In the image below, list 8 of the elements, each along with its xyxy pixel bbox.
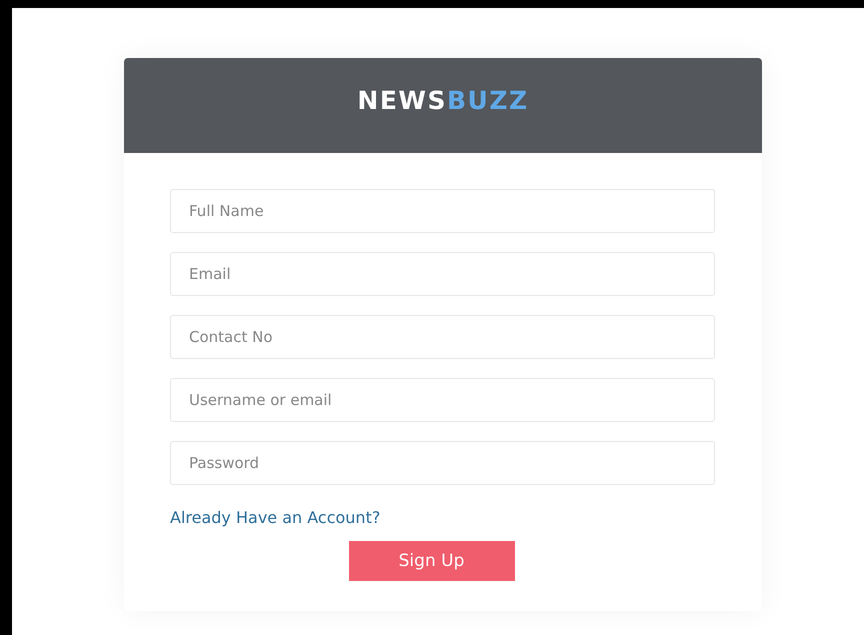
logo-text: NEWSBUZZ (357, 86, 529, 115)
sign-up-button[interactable]: Sign Up (348, 541, 514, 581)
input-field[interactable]: Contact No (170, 315, 715, 359)
input-field[interactable]: Username or email (170, 378, 715, 422)
input-field[interactable]: Password (170, 441, 715, 485)
input-field[interactable]: Email (170, 252, 715, 296)
login-link[interactable]: Already Have an Account? (170, 508, 380, 527)
input-field[interactable]: Full Name (170, 189, 715, 233)
